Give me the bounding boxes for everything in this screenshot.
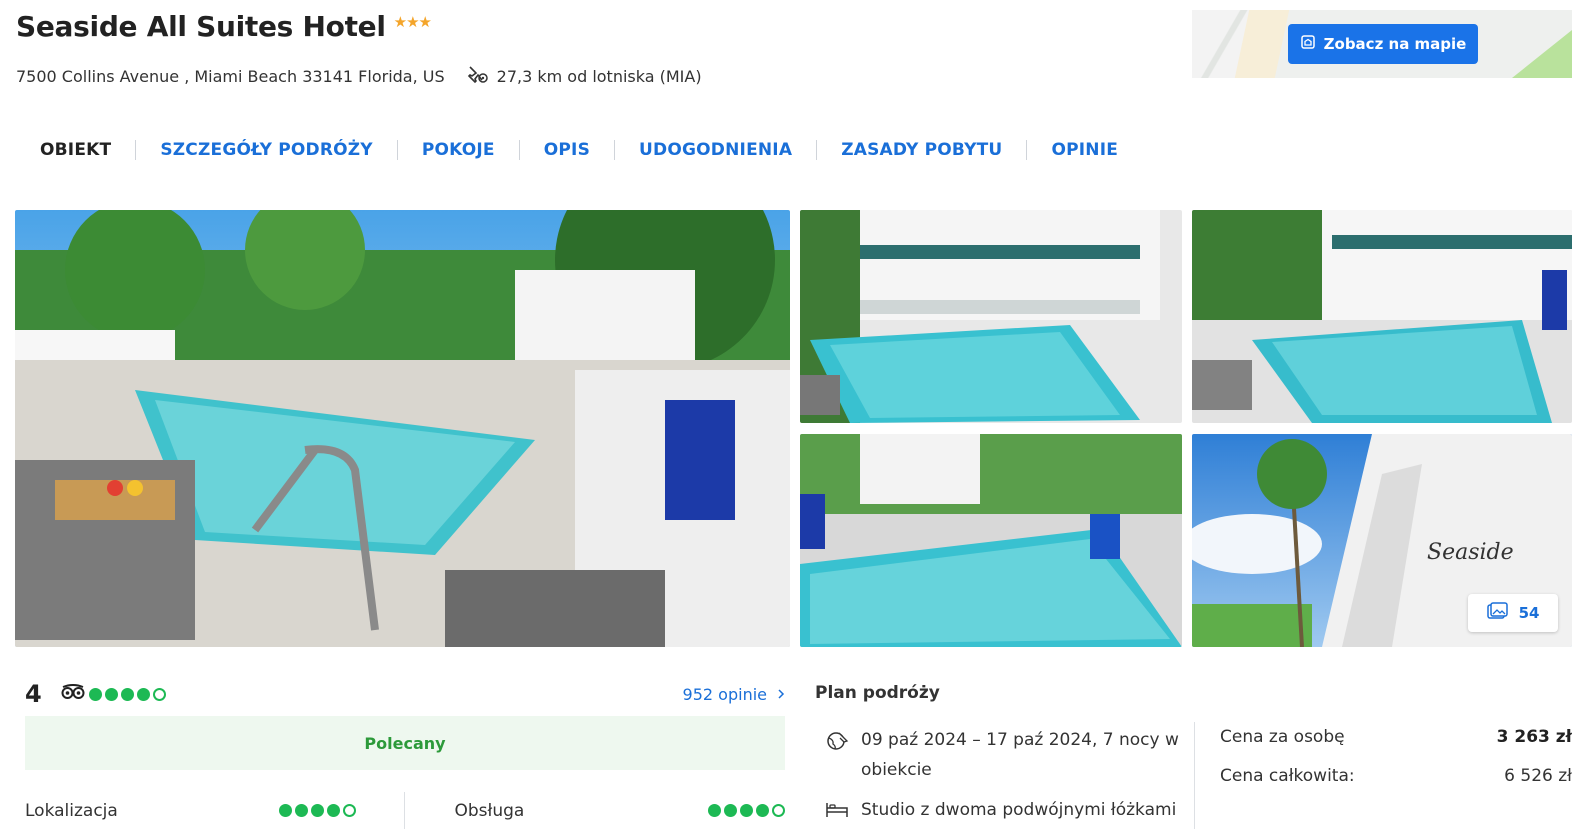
map-house-icon — [1300, 34, 1316, 54]
rating-dot — [278, 804, 292, 817]
rating-dot — [756, 804, 769, 817]
hotel-stars: ★★★ — [393, 12, 432, 31]
rating-dot — [326, 804, 340, 817]
sub-rating-location: Lokalizacja — [25, 792, 405, 829]
photo-count: 54 — [1518, 604, 1540, 622]
rating-dot — [310, 804, 324, 817]
sub-rating-label: Lokalizacja — [25, 800, 118, 821]
plan-dates-text: 09 paź 2024 – 17 paź 2024, 7 nocy w obie… — [861, 730, 1179, 780]
tab-opinie[interactable]: OPINIE — [1026, 140, 1142, 160]
airport-distance-text: 27,3 km od lotniska (MIA) — [496, 66, 702, 86]
price-per-person-value: 3 263 zł — [1496, 727, 1572, 747]
plan-list: 09 paź 2024 – 17 paź 2024, 7 nocy w obie… — [825, 725, 1185, 829]
rating-dots — [89, 687, 166, 701]
rating-summary: 4 952 opinie — [25, 680, 785, 708]
rating-score: 4 — [25, 680, 42, 708]
rating-dot — [708, 804, 721, 817]
bed-icon — [825, 795, 849, 829]
rating-dot — [772, 804, 785, 817]
map-preview[interactable]: Zobacz na mapie — [1192, 10, 1572, 78]
tab-pokoje[interactable]: POKOJE — [396, 140, 519, 160]
plan-room: Studio z dwoma podwójnymi łóżkami — [825, 795, 1185, 829]
plan-room-text: Studio z dwoma podwójnymi łóżkami — [861, 800, 1177, 820]
sub-rating-dots — [708, 804, 785, 817]
rating-dot — [105, 687, 118, 701]
hotel-address: 7500 Collins Avenue , Miami Beach 33141 … — [16, 66, 445, 86]
address-row: 7500 Collins Avenue , Miami Beach 33141 … — [16, 63, 702, 89]
pool-photo-3[interactable] — [1192, 210, 1572, 423]
rating-dot — [342, 804, 356, 817]
sub-ratings: Lokalizacja Obsługa — [25, 792, 785, 829]
svg-text:Seaside: Seaside — [1427, 540, 1514, 565]
plan-title: Plan podróży — [815, 683, 940, 703]
tab-zasady-pobytu[interactable]: ZASADY POBYTU — [816, 140, 1026, 160]
rating-dot — [294, 804, 308, 817]
rating-dot — [89, 687, 102, 701]
rating-dot — [153, 687, 166, 701]
pool-photo-2[interactable] — [800, 210, 1182, 423]
sub-rating-label: Obsługa — [454, 800, 525, 821]
tab-obiekt[interactable]: OBIEKT — [16, 140, 135, 160]
tab-opis[interactable]: OPIS — [518, 140, 614, 160]
plane-pin-icon — [467, 63, 489, 89]
price-total-value: 6 526 zł — [1504, 766, 1572, 786]
rating-dot — [121, 687, 134, 701]
hotel-name: Seaside All Suites Hotel — [16, 10, 386, 43]
tripadvisor-icon — [61, 684, 85, 704]
price-total: Cena całkowita: 6 526 zł — [1220, 766, 1572, 786]
price-per-person-label: Cena za osobę — [1220, 727, 1345, 747]
plan-dates: 09 paź 2024 – 17 paź 2024, 7 nocy w obie… — [825, 725, 1185, 785]
tab-szczegoly-podrozy[interactable]: SZCZEGÓŁY PODRÓŻY — [135, 140, 397, 160]
pool-photo-4[interactable] — [800, 434, 1182, 647]
gallery-icon — [1486, 602, 1509, 624]
section-tabs: OBIEKT SZCZEGÓŁY PODRÓŻY POKOJE OPIS UDO… — [16, 140, 1142, 160]
recommended-badge: Polecany — [25, 716, 785, 770]
photo-count-button[interactable]: 54 — [1468, 594, 1558, 632]
show-on-map-button[interactable]: Zobacz na mapie — [1288, 24, 1478, 64]
price-total-label: Cena całkowita: — [1220, 766, 1355, 786]
map-park — [1512, 30, 1572, 78]
sub-rating-dots — [278, 804, 356, 817]
show-on-map-label: Zobacz na mapie — [1323, 35, 1467, 53]
reviews-link[interactable]: 952 opinie — [683, 685, 785, 704]
airport-distance: 27,3 km od lotniska (MIA) — [467, 63, 702, 89]
rating-dot — [137, 687, 150, 701]
rating-dot — [724, 804, 737, 817]
price-per-person: Cena za osobę 3 263 zł — [1220, 727, 1572, 747]
rating-dot — [740, 804, 753, 817]
tab-udogodnienia[interactable]: UDOGODNIENIA — [614, 140, 816, 160]
globe-plane-icon — [825, 725, 849, 785]
reviews-link-label: 952 opinie — [682, 684, 767, 704]
sub-rating-service: Obsługa — [405, 792, 785, 829]
chevron-right-icon — [777, 685, 785, 704]
hotel-title: Seaside All Suites Hotel ★★★ — [16, 10, 432, 43]
price-divider — [1194, 722, 1195, 829]
main-pool-photo[interactable] — [15, 210, 790, 647]
